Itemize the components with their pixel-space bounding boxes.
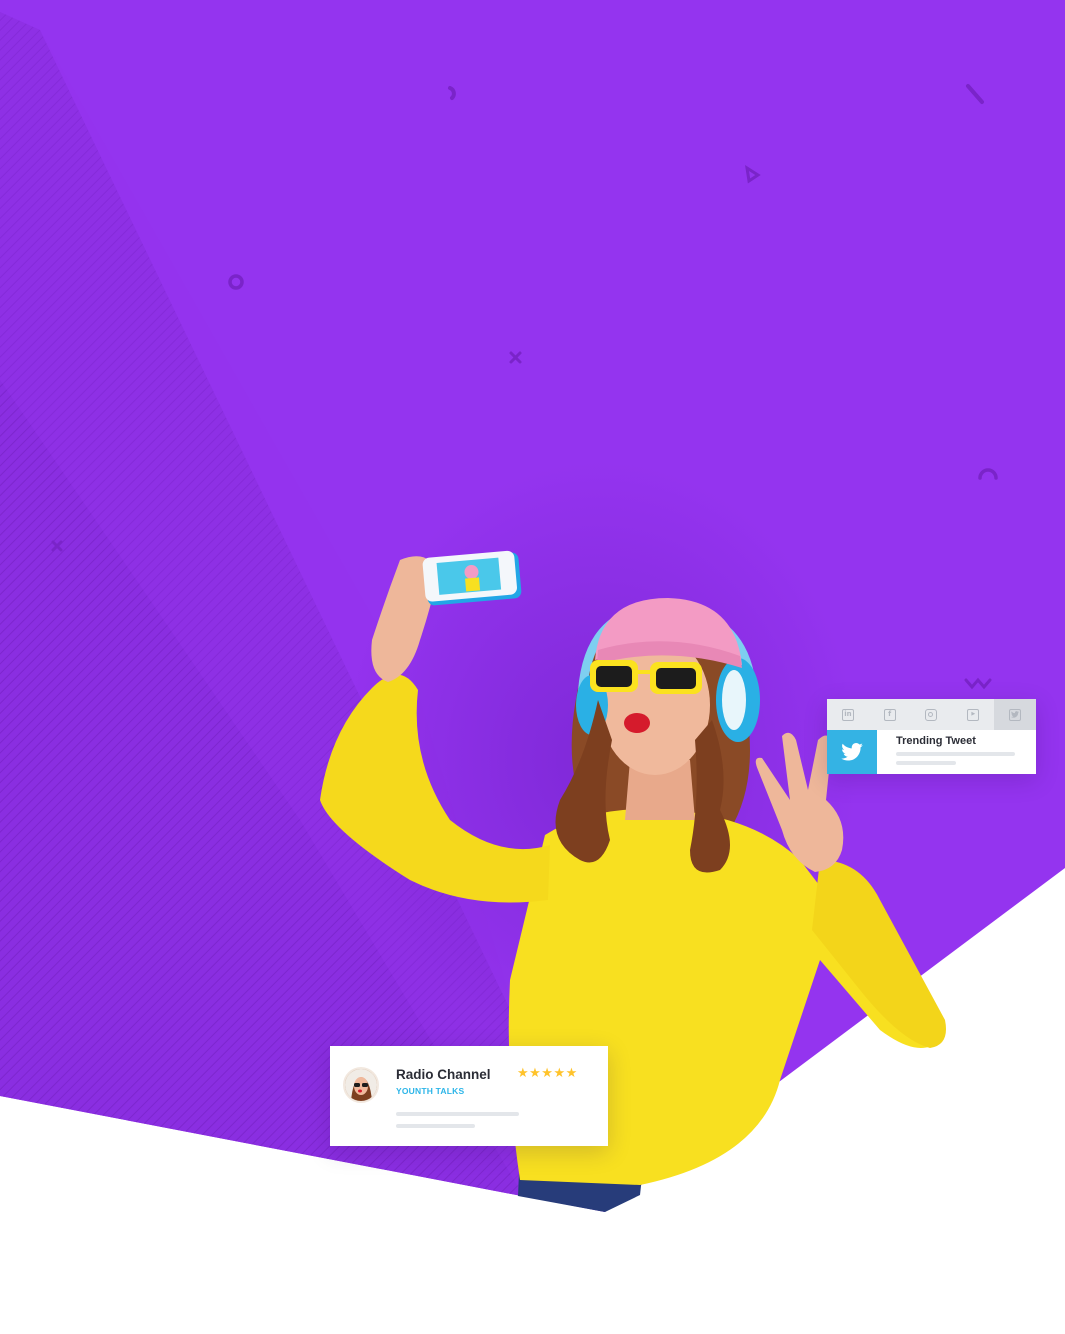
radio-channel-card: Radio Channel YOUNTH TALKS ★★★★★ <box>330 1046 608 1146</box>
rating-stars: ★★★★★ <box>517 1066 578 1081</box>
tweet-card-title: Trending Tweet <box>896 735 976 747</box>
tab-instagram[interactable] <box>911 699 953 730</box>
linkedin-icon: in <box>841 708 854 721</box>
tab-twitter[interactable] <box>994 699 1036 730</box>
radio-placeholder-line <box>396 1124 475 1128</box>
avatar <box>343 1067 379 1103</box>
tab-youtube[interactable]: ▶ <box>952 699 994 730</box>
instagram-icon <box>925 708 938 721</box>
tab-facebook[interactable]: f <box>869 699 911 730</box>
youtube-icon: ▶ <box>967 708 980 721</box>
twitter-bird-icon <box>827 730 877 774</box>
radio-placeholder-line <box>396 1112 519 1116</box>
radio-card-title: Radio Channel <box>396 1067 491 1082</box>
tweet-placeholder-line <box>896 752 1015 756</box>
social-tabs: in f ▶ <box>827 699 1036 730</box>
twitter-icon <box>1009 708 1022 721</box>
radio-card-subtitle: YOUNTH TALKS <box>396 1086 465 1096</box>
tab-linkedin[interactable]: in <box>827 699 869 730</box>
trending-tweet-card: in f ▶ Trending Tweet <box>827 699 1036 774</box>
tweet-placeholder-line <box>896 761 956 765</box>
facebook-icon: f <box>883 708 896 721</box>
